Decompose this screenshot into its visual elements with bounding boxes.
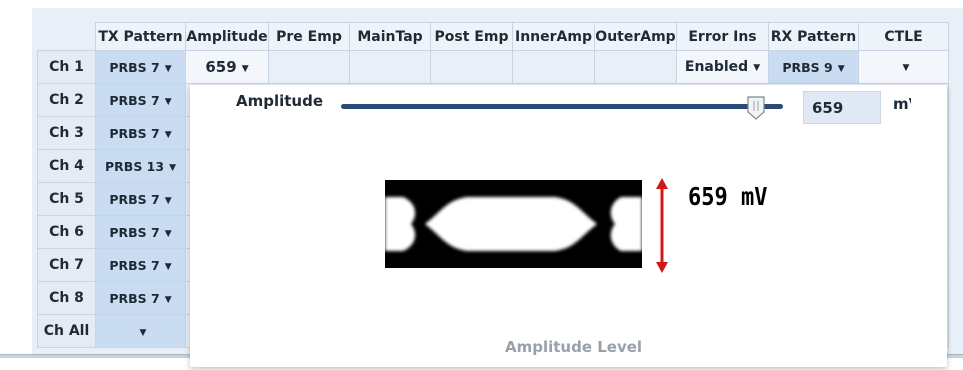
rx-pattern-dropdown[interactable]: PRBS 9 ▼ <box>768 50 859 84</box>
row-label: Ch 8 <box>37 281 96 315</box>
col-ctle: CTLE <box>858 22 949 51</box>
tx-pattern-value: PRBS 7 <box>109 257 160 273</box>
tx-pattern-dropdown[interactable]: PRBS 13 ▼ <box>95 149 186 183</box>
caret-down-icon: ▼ <box>837 63 845 74</box>
tx-pattern-value: PRBS 7 <box>109 125 160 141</box>
double-arrow-icon <box>656 178 668 273</box>
col-main-tap: MainTap <box>349 22 431 51</box>
eye-diagram-icon <box>385 180 642 268</box>
row-label: Ch 4 <box>37 149 96 183</box>
col-outer-amp: OuterAmp <box>594 22 677 51</box>
caret-down-icon: ▼ <box>241 64 249 74</box>
col-inner-amp: InnerAmp <box>512 22 595 51</box>
col-amplitude: Amplitude <box>185 22 269 51</box>
col-pre-emp: Pre Emp <box>268 22 350 51</box>
tx-pattern-value: PRBS 7 <box>109 191 160 207</box>
slider-label: Amplitude <box>236 92 324 110</box>
col-tx-pattern: TX Pattern <box>95 22 186 51</box>
tx-pattern-value: PRBS 13 <box>105 158 165 174</box>
amplitude-dropdown[interactable]: 659 ▼ <box>185 50 269 84</box>
tx-pattern-dropdown[interactable]: PRBS 7 ▼ <box>95 182 186 216</box>
row-label: Ch 2 <box>37 83 96 117</box>
corner-cell <box>38 23 96 51</box>
amplitude-unit: mV <box>893 95 911 113</box>
amplitude-value: 659 <box>205 58 237 76</box>
amplitude-popup: Amplitude 659 mV 659 mV Amplitude Level <box>190 85 947 367</box>
tx-pattern-dropdown[interactable]: PRBS 7 ▼ <box>95 281 186 315</box>
error-ins-value: Enabled <box>684 59 749 75</box>
col-post-emp: Post Emp <box>430 22 513 51</box>
popup-title: Amplitude Level <box>505 338 643 356</box>
caret-down-icon: ▼ <box>164 228 172 239</box>
row-label: Ch 7 <box>37 248 96 282</box>
caret-down-icon: ▼ <box>164 96 172 107</box>
caret-down-icon: ▼ <box>164 195 172 206</box>
tx-pattern-dropdown[interactable]: PRBS 7 ▼ <box>95 248 186 282</box>
tx-pattern-dropdown[interactable]: PRBS 7 ▼ <box>95 50 186 84</box>
slider-thumb-icon[interactable] <box>747 96 766 120</box>
tx-pattern-dropdown[interactable]: PRBS 7 ▼ <box>95 116 186 150</box>
row-label: Ch 3 <box>37 116 96 150</box>
main-tap-cell[interactable] <box>349 50 431 84</box>
tx-pattern-dropdown[interactable]: ▼ <box>95 314 186 348</box>
caret-down-icon: ▼ <box>139 327 147 338</box>
tx-pattern-value: PRBS 7 <box>109 92 160 108</box>
ctle-dropdown[interactable]: ▼ <box>858 50 949 84</box>
col-rx-pattern: RX Pattern <box>768 22 859 51</box>
caret-down-icon: ▼ <box>164 261 172 272</box>
tx-pattern-value: PRBS 7 <box>109 290 160 306</box>
caret-down-icon: ▼ <box>164 63 172 74</box>
tx-pattern-dropdown[interactable]: PRBS 7 ▼ <box>95 83 186 117</box>
tx-pattern-dropdown[interactable]: PRBS 7 ▼ <box>95 215 186 249</box>
col-error-ins: Error Ins <box>676 22 769 51</box>
row-label: Ch 6 <box>37 215 96 249</box>
inner-amp-cell[interactable] <box>512 50 595 84</box>
header-row: TX Pattern Amplitude Pre Emp MainTap Pos… <box>38 22 949 51</box>
amplitude-slider[interactable] <box>341 104 783 109</box>
caret-down-icon: ▼ <box>169 162 176 173</box>
caret-down-icon: ▼ <box>164 294 172 305</box>
rx-pattern-value: PRBS 9 <box>782 59 833 75</box>
caret-down-icon: ▼ <box>753 63 761 73</box>
table-row: Ch 1 PRBS 7 ▼ 659 ▼ Enabled ▼ PRBS 9 ▼ ▼ <box>37 50 949 84</box>
pre-emp-cell[interactable] <box>268 50 350 84</box>
outer-amp-cell[interactable] <box>594 50 677 84</box>
tx-pattern-value: PRBS 7 <box>109 59 160 75</box>
caret-down-icon: ▼ <box>902 63 910 73</box>
row-label: Ch 1 <box>37 50 96 84</box>
amplitude-value-input[interactable]: 659 <box>803 91 881 124</box>
caret-down-icon: ▼ <box>164 129 172 140</box>
row-label: Ch All <box>37 314 96 348</box>
row-label: Ch 5 <box>37 182 96 216</box>
post-emp-cell[interactable] <box>430 50 513 84</box>
tx-pattern-value: PRBS 7 <box>109 224 160 240</box>
eye-amplitude-readout: 659 mV <box>688 183 768 212</box>
error-ins-dropdown[interactable]: Enabled ▼ <box>676 50 769 84</box>
